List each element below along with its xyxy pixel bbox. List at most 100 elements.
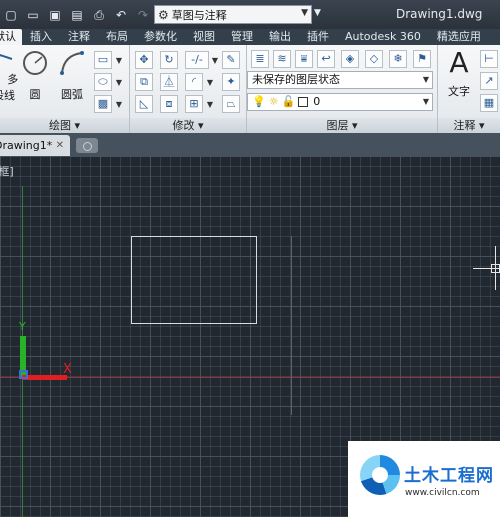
current-layer-value: 0 xyxy=(313,95,321,108)
chevron-down-icon[interactable]: ▼ xyxy=(115,53,123,71)
annotation-panel-title[interactable]: 注释 ▾ xyxy=(438,118,500,133)
array-icon[interactable]: ⊞ xyxy=(185,95,203,113)
tab-parametric[interactable]: 参数化 xyxy=(136,29,185,45)
redo-icon[interactable]: ↷ xyxy=(134,6,152,24)
text-label: 文字 xyxy=(448,85,470,98)
new-tab-button[interactable] xyxy=(76,138,98,153)
ribbon: 多段线 圆 圆弧 ▭ ▼ ⬭ ▼ ▩ ▼ xyxy=(0,45,500,133)
hatch-icon[interactable]: ▩ xyxy=(94,95,112,113)
leader-icon[interactable]: ↗ xyxy=(480,72,498,90)
document-title: Drawing1.dwg xyxy=(396,7,483,21)
chevron-down-icon[interactable]: ▼ xyxy=(115,75,123,93)
print-icon[interactable]: ⎙ xyxy=(90,6,108,24)
chevron-down-icon[interactable]: ▼ xyxy=(206,75,214,93)
x-axis-line xyxy=(0,377,500,378)
chevron-down-icon[interactable]: ▼ xyxy=(115,97,123,115)
tab-autodesk-360[interactable]: Autodesk 360 xyxy=(337,29,429,45)
dimension-icon[interactable]: ⊢ xyxy=(480,50,498,68)
new-file-icon[interactable]: ▢ xyxy=(2,6,20,24)
customize-qat-dropdown-icon[interactable]: ▼ xyxy=(314,8,321,18)
modify-panel-title[interactable]: 修改 ▾ xyxy=(130,118,246,133)
gear-icon: ⚙ xyxy=(158,7,169,22)
file-tab-label: Drawing1* xyxy=(0,139,53,152)
rotate-icon[interactable]: ↻ xyxy=(160,51,178,69)
open-icon[interactable]: ▭ xyxy=(24,6,42,24)
layers-panel-title[interactable]: 图层 ▾ xyxy=(247,118,437,133)
layer-color-swatch xyxy=(298,97,309,107)
ribbon-tab-bar: 默认 插入 注释 布局 参数化 视图 管理 输出 插件 Autodesk 360… xyxy=(0,29,500,45)
workspace-value: 草图与注释 xyxy=(171,8,227,22)
ellipse-icon[interactable]: ⬭ xyxy=(94,73,112,91)
layer-previous-icon[interactable]: ↩ xyxy=(317,50,335,68)
ucs-x-label: X xyxy=(63,362,72,377)
file-tab-drawing1[interactable]: Drawing1* ✕ xyxy=(0,135,70,156)
viewport-controls[interactable]: [-][俯视][二维线框] xyxy=(0,163,14,179)
chevron-down-icon: ▼ xyxy=(422,97,429,106)
close-icon[interactable]: ✕ xyxy=(56,135,64,156)
chevron-down-icon: ▼ xyxy=(301,8,308,18)
rectangle-object[interactable] xyxy=(131,236,257,324)
undo-icon[interactable]: ↶ xyxy=(112,6,130,24)
copy-icon[interactable]: ⧉ xyxy=(135,73,153,91)
file-tab-bar: Drawing1* ✕ xyxy=(0,133,500,156)
tab-layout[interactable]: 布局 xyxy=(98,29,136,45)
autocad-window: ▢ ▭ ▣ ▤ ⎙ ↶ ↷ ⚙ 草图与注释 ▼ ▼ Drawing1.dwg 默… xyxy=(0,0,500,517)
layer-unisolate-icon[interactable]: ◇ xyxy=(365,50,383,68)
save-as-icon[interactable]: ▤ xyxy=(68,6,86,24)
layer-isolate-icon[interactable]: ◈ xyxy=(341,50,359,68)
chevron-down-icon: ▼ xyxy=(422,75,429,84)
stretch-icon[interactable]: ◺ xyxy=(135,95,153,113)
modify-panel: ✥ ↻ -/- ▼ ✎ ⧉ ⏅ ◜ ▼ ✦ ◺ ⧈ ⊞ ▼ ⏢ 修改 ▾ xyxy=(130,45,247,133)
arc-label: 圆弧 xyxy=(61,88,83,101)
draw-panel: 多段线 圆 圆弧 ▭ ▼ ⬭ ▼ ▩ ▼ xyxy=(0,45,130,133)
tab-manage[interactable]: 管理 xyxy=(223,29,261,45)
tab-insert[interactable]: 插入 xyxy=(22,29,60,45)
bulb-icon: 💡 xyxy=(252,95,266,108)
tracking-line xyxy=(291,236,292,415)
tab-view[interactable]: 视图 xyxy=(185,29,223,45)
ucs-x-axis xyxy=(22,375,67,380)
crosshair-pickbox xyxy=(491,264,500,273)
unlock-icon: 🔓 xyxy=(281,95,296,108)
draw-panel-title[interactable]: 绘图 ▾ xyxy=(0,118,129,133)
polyline-button[interactable]: 多段线 xyxy=(0,49,22,103)
tab-featured-apps[interactable]: 精选应用 xyxy=(429,29,489,45)
mirror-icon[interactable]: ⏅ xyxy=(160,73,178,91)
ucs-origin xyxy=(19,370,28,379)
tab-output[interactable]: 输出 xyxy=(261,29,299,45)
layer-select[interactable]: 💡 ☼ 🔓 0 ▼ xyxy=(247,93,433,111)
move-icon[interactable]: ✥ xyxy=(135,51,153,69)
chevron-down-icon[interactable]: ▼ xyxy=(206,97,214,115)
save-icon[interactable]: ▣ xyxy=(46,6,64,24)
trim-icon[interactable]: -/- xyxy=(185,51,209,69)
layer-properties-icon[interactable]: ≣ xyxy=(251,50,269,68)
workspace-select[interactable]: ⚙ 草图与注释 ▼ xyxy=(154,5,312,24)
tab-home[interactable]: 默认 xyxy=(0,29,22,45)
tab-annotate[interactable]: 注释 xyxy=(60,29,98,45)
layer-state-value: 未保存的图层状态 xyxy=(252,73,340,86)
table-icon[interactable]: ▦ xyxy=(480,94,498,112)
layer-match-icon[interactable]: ⩸ xyxy=(295,50,313,68)
layer-off-icon[interactable]: ⚑ xyxy=(413,50,431,68)
scale-icon[interactable]: ⧈ xyxy=(160,95,178,113)
chevron-down-icon[interactable]: ▼ xyxy=(211,53,219,71)
explode-icon[interactable]: ✦ xyxy=(222,73,240,91)
circle-button[interactable]: 圆 xyxy=(20,49,50,102)
text-icon: A xyxy=(449,46,469,79)
layer-freeze-icon[interactable]: ❄ xyxy=(389,50,407,68)
watermark-title: 土木工程网 xyxy=(404,466,494,486)
layer-state-icon[interactable]: ≋ xyxy=(273,50,291,68)
annotation-panel: A 文字 ⊢ ↗ ▦ 注释 ▾ xyxy=(438,45,500,133)
rectangle-icon[interactable]: ▭ xyxy=(94,51,112,69)
offset-icon[interactable]: ⏢ xyxy=(222,95,240,113)
arc-icon xyxy=(60,51,84,75)
watermark: 土木工程网 www.civilcn.com xyxy=(348,441,500,517)
tab-plugins[interactable]: 插件 xyxy=(299,29,337,45)
sun-icon: ☼ xyxy=(268,95,279,108)
layer-state-select[interactable]: 未保存的图层状态 ▼ xyxy=(247,71,433,89)
text-button[interactable]: A 文字 xyxy=(442,49,476,99)
arc-button[interactable]: 圆弧 xyxy=(56,49,88,102)
fillet-icon[interactable]: ◜ xyxy=(185,73,203,91)
erase-icon[interactable]: ✎ xyxy=(222,51,240,69)
circle-icon xyxy=(23,51,47,75)
